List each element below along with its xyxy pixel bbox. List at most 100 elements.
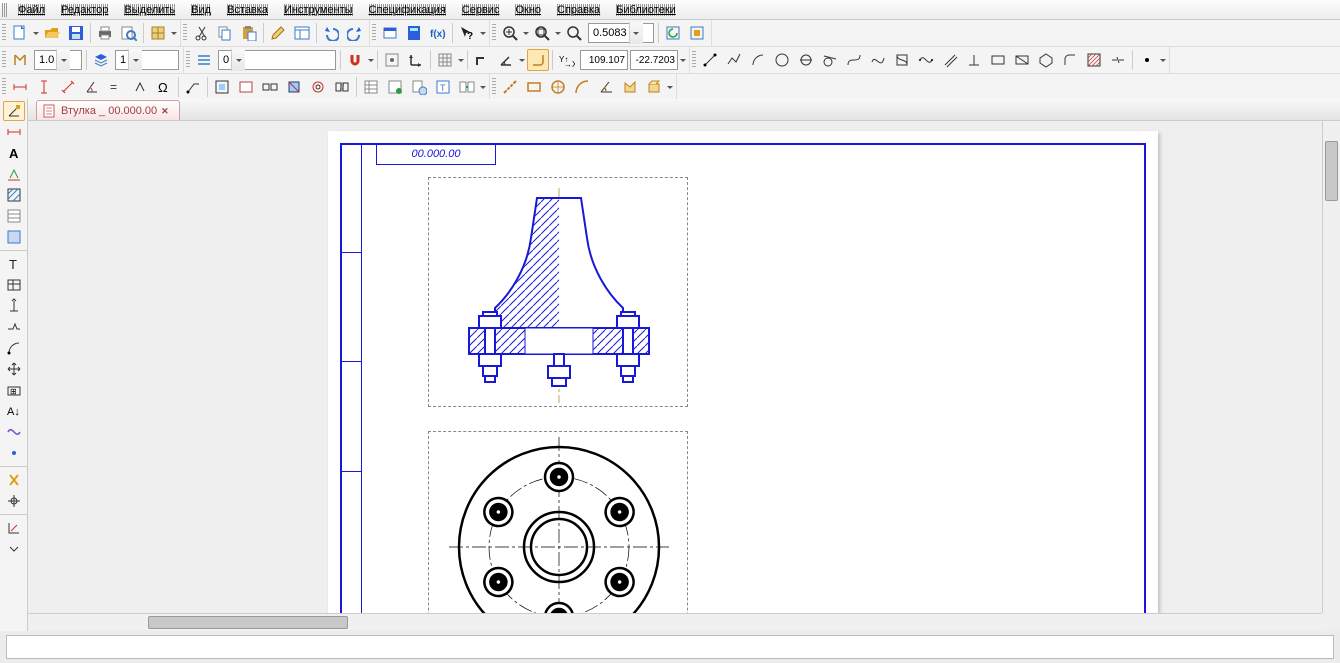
param-panel-button[interactable]	[3, 227, 25, 247]
nurbs-button[interactable]	[915, 49, 937, 71]
grid-button[interactable]	[434, 49, 456, 71]
layer-combo[interactable]: 1	[115, 50, 179, 70]
orient-button[interactable]	[235, 76, 257, 98]
polygon-button[interactable]	[1035, 49, 1057, 71]
drawing-canvas[interactable]: 00.000.00	[28, 121, 1340, 631]
block-tool-button[interactable]: ⊞	[3, 380, 25, 400]
perp-button[interactable]	[963, 49, 985, 71]
print-button[interactable]	[94, 22, 116, 44]
point-tool-button[interactable]	[3, 443, 25, 463]
view-top[interactable]	[428, 431, 688, 631]
line-tool-button[interactable]	[699, 49, 721, 71]
angle-snap-dropdown[interactable]	[518, 49, 526, 71]
zoom-fit-button[interactable]	[531, 22, 553, 44]
menu-service[interactable]: Сервис	[456, 2, 508, 18]
library-button[interactable]	[147, 22, 169, 44]
base-tool-button[interactable]	[3, 296, 25, 316]
dim-equal-button[interactable]: =	[105, 76, 127, 98]
zoom-fit-dropdown[interactable]	[554, 22, 562, 44]
style-combo[interactable]: 0	[218, 50, 336, 70]
break-button[interactable]	[1107, 49, 1129, 71]
measure-dist-button[interactable]	[499, 76, 521, 98]
leader-button[interactable]	[182, 76, 204, 98]
h-scroll-thumb[interactable]	[148, 616, 348, 629]
copy-button[interactable]	[214, 22, 236, 44]
fillet-button[interactable]	[1059, 49, 1081, 71]
spec-text-button[interactable]: T	[432, 76, 454, 98]
spline-button[interactable]	[867, 49, 889, 71]
command-bar[interactable]	[6, 635, 1334, 659]
arc-tool-button[interactable]	[747, 49, 769, 71]
measure-mass-button[interactable]	[643, 76, 665, 98]
local-cs-button[interactable]	[405, 49, 427, 71]
menu-tools[interactable]: Инструменты	[278, 2, 361, 18]
roughness-button[interactable]	[129, 76, 151, 98]
menu-view[interactable]: Вид	[185, 2, 219, 18]
bezier-button[interactable]	[843, 49, 865, 71]
origin-tool-button[interactable]	[3, 491, 25, 511]
cut-button[interactable]	[190, 22, 212, 44]
close-tab-button[interactable]	[161, 105, 173, 117]
arc-lead-button[interactable]	[3, 338, 25, 358]
step-button[interactable]	[9, 49, 31, 71]
constraint-tool-button[interactable]	[3, 470, 25, 490]
geom-dropdown[interactable]	[1159, 49, 1167, 71]
hatch-panel-button[interactable]	[3, 185, 25, 205]
zoom-scale-button[interactable]	[563, 22, 585, 44]
zoom-in-dropdown[interactable]	[522, 22, 530, 44]
document-tab[interactable]: Втулка _ 00.000.00	[36, 100, 180, 120]
spec-build-button[interactable]	[360, 76, 382, 98]
menu-insert[interactable]: Вставка	[221, 2, 276, 18]
weld-tool-button[interactable]	[3, 317, 25, 337]
library-dropdown[interactable]	[170, 22, 178, 44]
help-cursor-button[interactable]: ?	[456, 22, 478, 44]
spec-insert-button[interactable]	[384, 76, 406, 98]
assoc-view-button[interactable]	[211, 76, 233, 98]
angle-snap-button[interactable]	[495, 49, 517, 71]
zoom-combo[interactable]: 0.5083	[588, 23, 654, 43]
properties-button[interactable]	[291, 22, 313, 44]
preview-button[interactable]	[118, 22, 140, 44]
ortho-button[interactable]	[471, 49, 493, 71]
dim-h-button[interactable]	[9, 76, 31, 98]
measure-rect-button[interactable]	[523, 76, 545, 98]
menu-spec[interactable]: Спецификация	[363, 2, 454, 18]
section-button[interactable]	[283, 76, 305, 98]
ortho-fix-button[interactable]	[381, 49, 403, 71]
proj-button[interactable]	[259, 76, 281, 98]
dim-v-button[interactable]	[33, 76, 55, 98]
contour-button[interactable]	[891, 49, 913, 71]
scale-combo[interactable]: 1.0	[34, 50, 82, 70]
geom-panel-button[interactable]	[3, 101, 25, 121]
snap-button[interactable]	[344, 49, 366, 71]
new-doc-dropdown[interactable]	[32, 22, 40, 44]
edit-panel-button[interactable]	[3, 206, 25, 226]
menu-select[interactable]: Выделить	[118, 2, 183, 18]
text-tool-button[interactable]: T	[3, 254, 25, 274]
move-tool-button[interactable]	[3, 359, 25, 379]
view-front[interactable]	[428, 177, 688, 407]
layers-icon-button[interactable]	[90, 49, 112, 71]
doc-manager-button[interactable]	[379, 22, 401, 44]
horizontal-scrollbar[interactable]	[28, 613, 1322, 631]
text-panel-button[interactable]: A	[3, 143, 25, 163]
v-scroll-thumb[interactable]	[1325, 141, 1338, 201]
undo-button[interactable]	[320, 22, 342, 44]
spec-merge-button[interactable]	[456, 76, 478, 98]
detail-button[interactable]	[307, 76, 329, 98]
measure-circ-button[interactable]	[547, 76, 569, 98]
menu-file[interactable]: Файл	[12, 2, 53, 18]
measure-area-button[interactable]	[619, 76, 641, 98]
spline-tool-button[interactable]	[3, 422, 25, 442]
format-painter-button[interactable]	[267, 22, 289, 44]
rect2-button[interactable]	[1011, 49, 1033, 71]
paste-button[interactable]	[238, 22, 260, 44]
menu-help[interactable]: Справка	[551, 2, 608, 18]
dim-align-button[interactable]	[57, 76, 79, 98]
circle-tool-button[interactable]	[771, 49, 793, 71]
variables-button[interactable]: f(x)	[427, 22, 449, 44]
help-dropdown[interactable]	[479, 22, 487, 44]
snap-dropdown[interactable]	[367, 49, 375, 71]
grid-dropdown[interactable]	[457, 49, 465, 71]
axis-tool-button[interactable]: A↓	[3, 401, 25, 421]
